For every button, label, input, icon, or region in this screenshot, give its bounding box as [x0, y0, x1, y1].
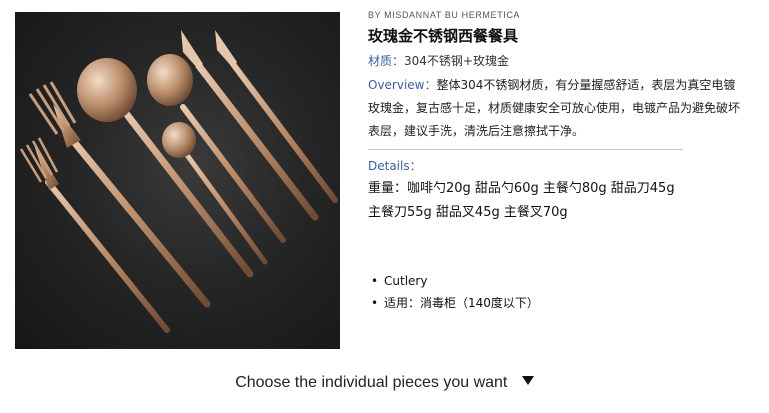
overview-block: Overview：整体304不锈钢材质，有分量握感舒适，表层为真空电镀玫瑰金，复…: [368, 74, 740, 143]
choose-pieces-bar[interactable]: Choose the individual pieces you want: [0, 374, 769, 392]
weights-block: 重量：咖啡勺20g 甜品勺60g 主餐勺80g 甜品刀45g 主餐刀55g 甜品…: [368, 177, 748, 225]
choose-pieces-label: Choose the individual pieces you want: [235, 374, 508, 391]
triangle-down-icon[interactable]: [521, 376, 534, 386]
product-title: 玫瑰金不锈钢西餐餐具: [368, 27, 519, 45]
overview-label: Overview：: [368, 78, 437, 92]
weights-line: 重量：咖啡勺20g 甜品勺60g 主餐勺80g 甜品刀45g: [368, 181, 675, 196]
weights-line: 主餐刀55g 甜品叉45g 主餐叉70g: [368, 205, 568, 220]
details-label: Details：: [368, 159, 422, 173]
cutlery-illustration: [19, 30, 338, 333]
brand-name: BY MISDANNAT BU HERMETICA: [368, 10, 521, 20]
product-photo: [15, 12, 340, 349]
material-value: 304不锈钢+玫瑰金: [404, 54, 509, 68]
feature-list: Cutlery 适用：消毒柜（140度以下）: [371, 270, 539, 314]
material-label: 材质：: [368, 54, 405, 68]
list-item: 适用：消毒柜（140度以下）: [371, 292, 539, 314]
list-item: Cutlery: [371, 270, 539, 292]
divider: [368, 149, 683, 150]
material-row: 材质：304不锈钢+玫瑰金: [368, 52, 509, 69]
